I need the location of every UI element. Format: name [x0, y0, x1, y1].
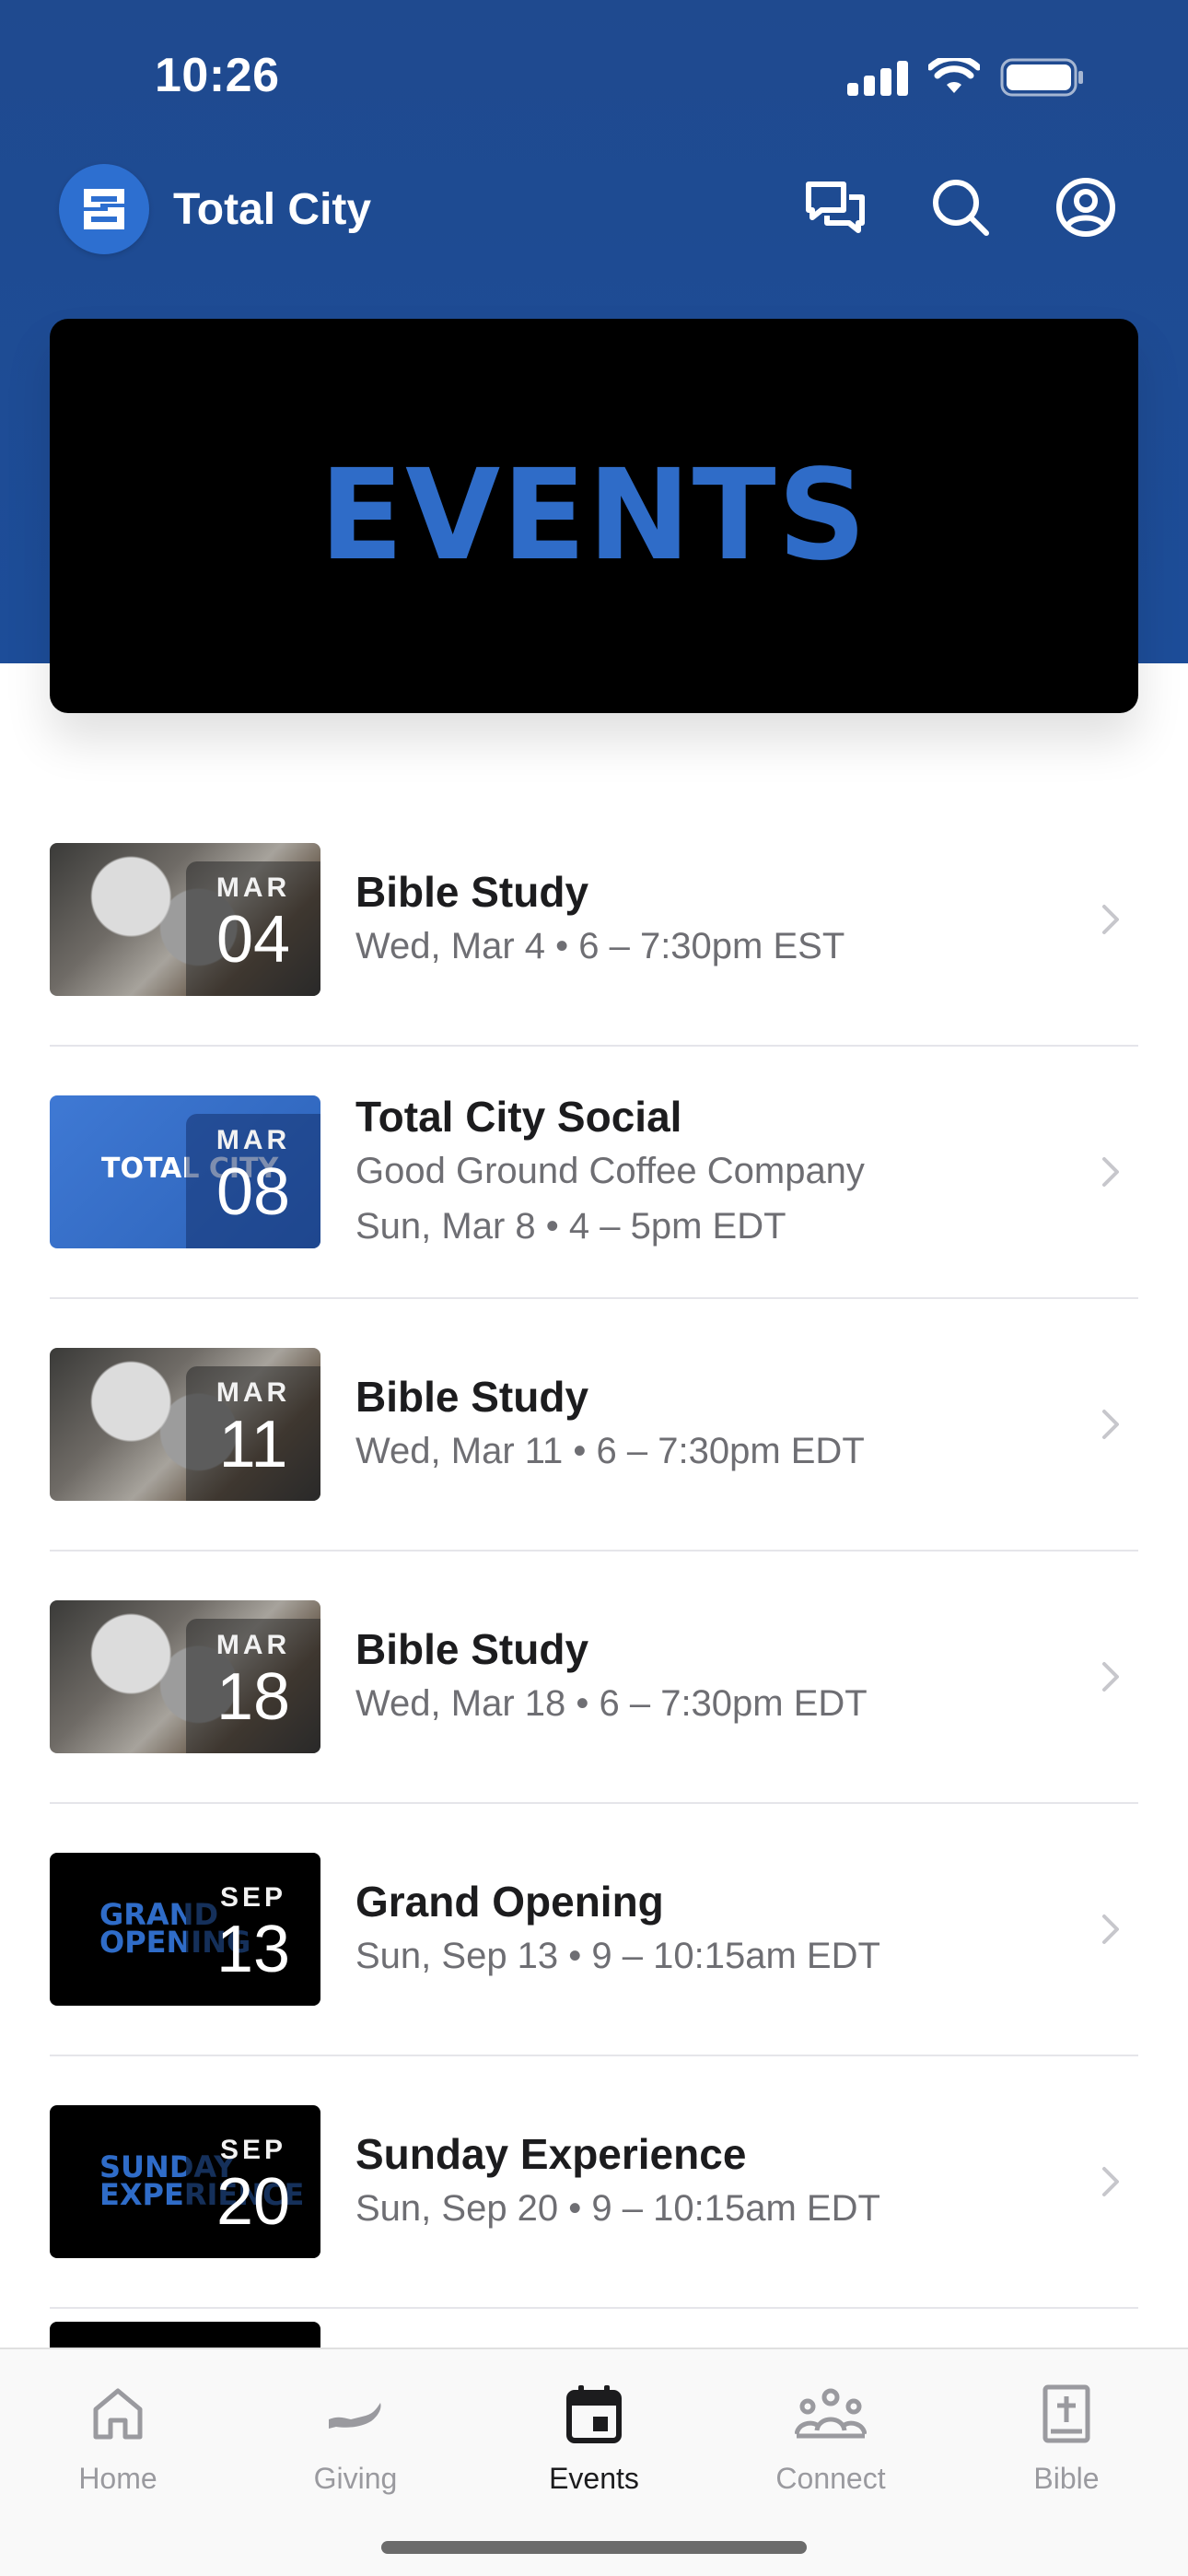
event-row[interactable]: TOTAL CITY MAR 08 Total City Social Good…	[50, 1047, 1138, 1299]
chevron-right-icon	[1098, 2163, 1124, 2200]
event-title: Bible Study	[355, 1373, 589, 1421]
date-badge: SEP 13	[186, 1871, 320, 2006]
event-datetime: Sun, Mar 8 • 4 – 5pm EDT	[355, 1206, 786, 1247]
battery-icon	[1000, 58, 1083, 97]
event-title: Sunday Experience	[355, 2130, 747, 2178]
event-thumbnail: GRAND OPENING SEP 13	[50, 1853, 320, 2006]
tab-bible[interactable]: Bible	[974, 2377, 1159, 2496]
event-location: Good Ground Coffee Company	[355, 1151, 865, 1191]
date-month: SEP	[219, 1882, 287, 1913]
tab-label: Home	[78, 2462, 157, 2495]
tab-events[interactable]: Events	[502, 2377, 686, 2496]
tab-label: Connect	[775, 2462, 886, 2495]
date-day: 20	[215, 2165, 291, 2239]
event-datetime: Wed, Mar 18 • 6 – 7:30pm EDT	[355, 1683, 868, 1724]
date-day: 11	[218, 1408, 288, 1481]
tab-label: Bible	[1033, 2462, 1100, 2495]
date-month: MAR	[215, 1125, 291, 1155]
chevron-right-icon	[1098, 1911, 1124, 1948]
chevron-right-icon	[1098, 1658, 1124, 1695]
date-badge: MAR 04	[186, 861, 320, 996]
date-month: MAR	[215, 1630, 291, 1660]
event-title: Bible Study	[355, 1625, 589, 1673]
event-thumbnail: SUNDAY EXPERIENCE SEP 20	[50, 2105, 320, 2258]
date-badge: MAR 08	[186, 1114, 320, 1248]
events-screen: 10:26 Total City EVENTS MAR 04 Bible Stu…	[0, 0, 1188, 2576]
event-datetime: Wed, Mar 11 • 6 – 7:30pm EDT	[355, 1431, 865, 1471]
event-info: Grand Opening Sun, Sep 13 • 9 – 10:15am …	[355, 1875, 1138, 1984]
date-month: MAR	[215, 872, 291, 903]
chat-icon[interactable]	[803, 175, 868, 240]
cellular-signal-icon	[847, 59, 908, 96]
app-name: Total City	[173, 184, 372, 234]
date-day: 08	[215, 1155, 291, 1229]
event-info: Bible Study Wed, Mar 11 • 6 – 7:30pm EDT	[355, 1370, 1138, 1479]
bible-icon	[1030, 2377, 1103, 2451]
event-row[interactable]: SUNDAY EXPERIENCE SEP 20 Sunday Experien…	[50, 2056, 1138, 2309]
event-datetime: Sun, Sep 20 • 9 – 10:15am EDT	[355, 2188, 880, 2229]
date-badge: MAR 18	[186, 1619, 320, 1753]
event-title: Bible Study	[355, 868, 589, 916]
date-badge: SEP 20	[186, 2124, 320, 2258]
date-month: SEP	[219, 2135, 287, 2165]
people-icon	[794, 2377, 868, 2451]
brand-logo-icon	[59, 164, 149, 254]
event-row[interactable]: GRAND OPENING SEP 13 Grand Opening Sun, …	[50, 1804, 1138, 2056]
event-row[interactable]: MAR 04 Bible Study Wed, Mar 4 • 6 – 7:30…	[50, 794, 1138, 1047]
event-thumbnail: MAR 11	[50, 1348, 320, 1501]
event-thumbnail: MAR 18	[50, 1600, 320, 1753]
event-datetime: Wed, Mar 4 • 6 – 7:30pm EST	[355, 926, 845, 966]
hero-title: EVENTS	[320, 443, 868, 589]
event-info: Bible Study Wed, Mar 4 • 6 – 7:30pm EST	[355, 865, 1138, 974]
date-day: 13	[215, 1913, 291, 1986]
calendar-icon	[557, 2377, 631, 2451]
event-info: Total City Social Good Ground Coffee Com…	[355, 1090, 1138, 1254]
date-day: 04	[215, 903, 291, 977]
status-time: 10:26	[155, 49, 280, 102]
chevron-right-icon	[1098, 1406, 1124, 1443]
event-info: Bible Study Wed, Mar 18 • 6 – 7:30pm EDT	[355, 1622, 1138, 1731]
event-row[interactable]: MAR 11 Bible Study Wed, Mar 11 • 6 – 7:3…	[50, 1299, 1138, 1551]
event-title: Total City Social	[355, 1093, 682, 1141]
date-badge: MAR 11	[186, 1366, 320, 1501]
status-icons	[847, 57, 1085, 98]
event-row[interactable]: MAR 18 Bible Study Wed, Mar 18 • 6 – 7:3…	[50, 1551, 1138, 1804]
tab-connect[interactable]: Connect	[739, 2377, 923, 2496]
header-actions	[803, 175, 1118, 240]
tab-label: Events	[549, 2462, 639, 2495]
chevron-right-icon	[1098, 901, 1124, 938]
tab-label: Giving	[313, 2462, 398, 2495]
profile-icon[interactable]	[1054, 175, 1118, 240]
search-icon[interactable]	[928, 175, 993, 240]
events-hero-banner: EVENTS	[50, 319, 1138, 713]
event-title: Grand Opening	[355, 1878, 664, 1926]
chevron-right-icon	[1098, 1153, 1124, 1190]
wifi-icon	[928, 58, 980, 93]
home-indicator	[381, 2541, 807, 2554]
date-month: MAR	[215, 1377, 291, 1408]
giving-hand-icon	[319, 2377, 392, 2451]
event-thumbnail: MAR 04	[50, 843, 320, 996]
event-thumbnail: TOTAL CITY MAR 08	[50, 1095, 320, 1248]
brand: Total City	[59, 164, 371, 254]
event-info: Sunday Experience Sun, Sep 20 • 9 – 10:1…	[355, 2127, 1138, 2236]
event-list: MAR 04 Bible Study Wed, Mar 4 • 6 – 7:30…	[50, 794, 1138, 2309]
tab-giving[interactable]: Giving	[263, 2377, 448, 2496]
date-day: 18	[215, 1660, 291, 1734]
event-datetime: Sun, Sep 13 • 9 – 10:15am EDT	[355, 1936, 880, 1976]
home-icon	[81, 2377, 155, 2451]
tab-home[interactable]: Home	[26, 2377, 210, 2496]
